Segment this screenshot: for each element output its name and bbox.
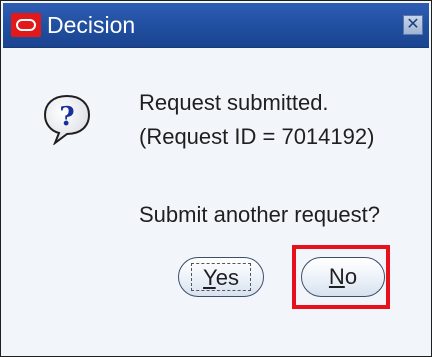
window-title: Decision [47,12,136,38]
yes-button[interactable]: Yes [178,257,264,297]
yes-label-rest: es [215,265,239,290]
message-line-1: Request submitted. [139,90,329,115]
no-button-highlight [292,245,390,309]
svg-text:?: ? [59,102,74,132]
focus-ring: Yes [191,263,251,291]
yes-mnemonic: Y [203,265,216,290]
title-bar[interactable]: Decision ✕ [3,3,429,48]
close-icon[interactable]: ✕ [403,15,423,35]
message-line-3: Submit another request? [139,202,380,227]
message-line-2: (Request ID = 7014192) [139,124,375,149]
question-icon: ? [43,94,91,145]
decision-dialog: Decision ✕ ? Request submitted. (Request… [0,0,432,357]
oracle-logo-icon [11,13,41,37]
